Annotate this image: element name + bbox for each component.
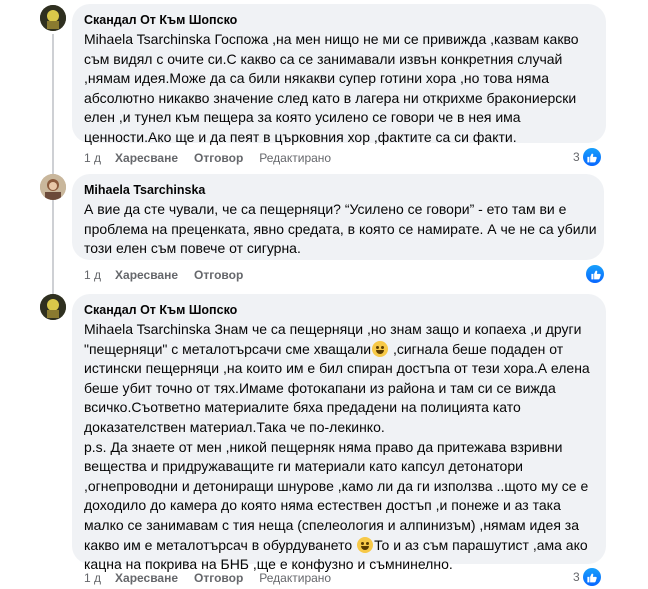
comment-time[interactable]: 1 д xyxy=(84,268,101,282)
comment-time[interactable]: 1 д xyxy=(84,571,101,585)
comment-line: всичко.Съответно материалите бяха предад… xyxy=(84,399,521,416)
comment-bubble: Скандал От Към Шопско Mihaela Tsarchinsk… xyxy=(72,294,606,572)
comment-line: ,огнепроводни и детониращи шнурове ,камо… xyxy=(84,477,589,494)
comment-text: А вие да сте чували, че са пещерняци? “У… xyxy=(84,200,597,259)
comment-line: Mihaela Tsarchinska Госпожа ,на мен нищо… xyxy=(84,31,579,47)
edited-label: Редактирано xyxy=(259,151,332,165)
comment-bubble: Скандал От Към Шопско Mihaela Tsarchinsk… xyxy=(72,4,606,145)
comment-line: А вие да сте чували, че са пещерняци? “У… xyxy=(84,201,567,217)
comment-line: доказателствен материал.Така че по-лекин… xyxy=(84,418,385,435)
comment-line: доходило до камера до която няма естеств… xyxy=(84,497,561,514)
comment-line: какво им е металотърсач в обурдуването Т… xyxy=(84,536,594,556)
reaction-number: 3 xyxy=(573,570,580,584)
like-button[interactable]: Харесване xyxy=(115,268,178,282)
comment-line: истински пещерняци ,на които им е бил сп… xyxy=(84,360,590,377)
comment-actions: 1 д Харесване Отговор Редактирано xyxy=(84,151,347,165)
comment-line: p.s. Да знаете от мен ,никой пещерняк ня… xyxy=(84,438,563,455)
grinning-face-emoji-icon xyxy=(372,340,389,357)
comment-author[interactable]: Скандал От Към Шопско xyxy=(84,12,594,29)
avatar[interactable] xyxy=(40,294,66,320)
comment-actions: 1 д Харесване Отговор Редактирано xyxy=(84,571,347,585)
comment-text-span: То и аз съм парашутист ,ама ако xyxy=(374,536,588,553)
comment-author[interactable]: Скандал От Към Шопско xyxy=(84,302,594,319)
like-button[interactable]: Харесване xyxy=(115,571,178,585)
thread-line xyxy=(52,34,54,294)
like-button[interactable]: Харесване xyxy=(115,151,178,165)
thumbs-up-icon xyxy=(586,265,604,283)
avatar[interactable] xyxy=(40,5,66,31)
reply-button[interactable]: Отговор xyxy=(194,268,243,282)
edited-label: Редактирано xyxy=(259,571,332,585)
comment-line: ,нямам идея.Може да са били някакви супе… xyxy=(84,70,550,87)
comment-text: Mihaela Tsarchinska Знам че са пещерняци… xyxy=(84,320,594,575)
comment-bubble: Mihaela Tsarchinska А вие да сте чували,… xyxy=(72,174,604,260)
thumbs-up-icon xyxy=(582,148,601,166)
comment-text: Mihaela Tsarchinska Госпожа ,на мен нищо… xyxy=(84,30,594,148)
comment-text-span: "пещерняци" с металотърсачи сме хващали xyxy=(84,340,372,357)
thumbs-up-icon xyxy=(582,568,601,586)
reply-button[interactable]: Отговор xyxy=(194,151,243,165)
comment-text-span: ,сигнала беше подаден от xyxy=(389,340,564,357)
reaction-number: 3 xyxy=(573,150,580,164)
reaction-count[interactable]: 3 xyxy=(573,568,601,586)
comment-line: вещества и придружаващите ги материали к… xyxy=(84,458,523,475)
comment-author[interactable]: Mihaela Tsarchinska xyxy=(84,182,592,199)
comment-line: проблема на преценката, явно средата, в … xyxy=(84,220,597,237)
comment-actions: 1 д Харесване Отговор xyxy=(84,268,259,282)
comment-line: Mihaela Tsarchinska Знам че са пещерняци… xyxy=(84,321,582,337)
comment-line: "пещерняци" с металотърсачи сме хващали … xyxy=(84,340,594,360)
reply-button[interactable]: Отговор xyxy=(194,571,243,585)
comment-line: беше убит точно от тях.Имаме фотокапани … xyxy=(84,379,556,396)
grinning-face-emoji-icon xyxy=(357,536,374,553)
comment-line: абсолютно никакво значение след като в л… xyxy=(84,89,577,106)
comment-line: съм видял с очите си.С какво са се заним… xyxy=(84,50,563,67)
avatar[interactable] xyxy=(40,174,66,200)
comment-line: този елен съм повече от сигурна. xyxy=(84,240,301,257)
comment-line: елен ,и тунел към пещера за която усилен… xyxy=(84,109,521,126)
comment-line: малко се занимавам с тия неща (спелеолог… xyxy=(84,516,580,533)
comment-line: ценности.Ако ще и да пеят в църковния хо… xyxy=(84,128,517,145)
comment-text-span: какво им е металотърсач в обурдуването xyxy=(84,536,353,553)
reaction-count[interactable] xyxy=(586,265,604,283)
comment-time[interactable]: 1 д xyxy=(84,151,101,165)
reaction-count[interactable]: 3 xyxy=(573,148,601,166)
